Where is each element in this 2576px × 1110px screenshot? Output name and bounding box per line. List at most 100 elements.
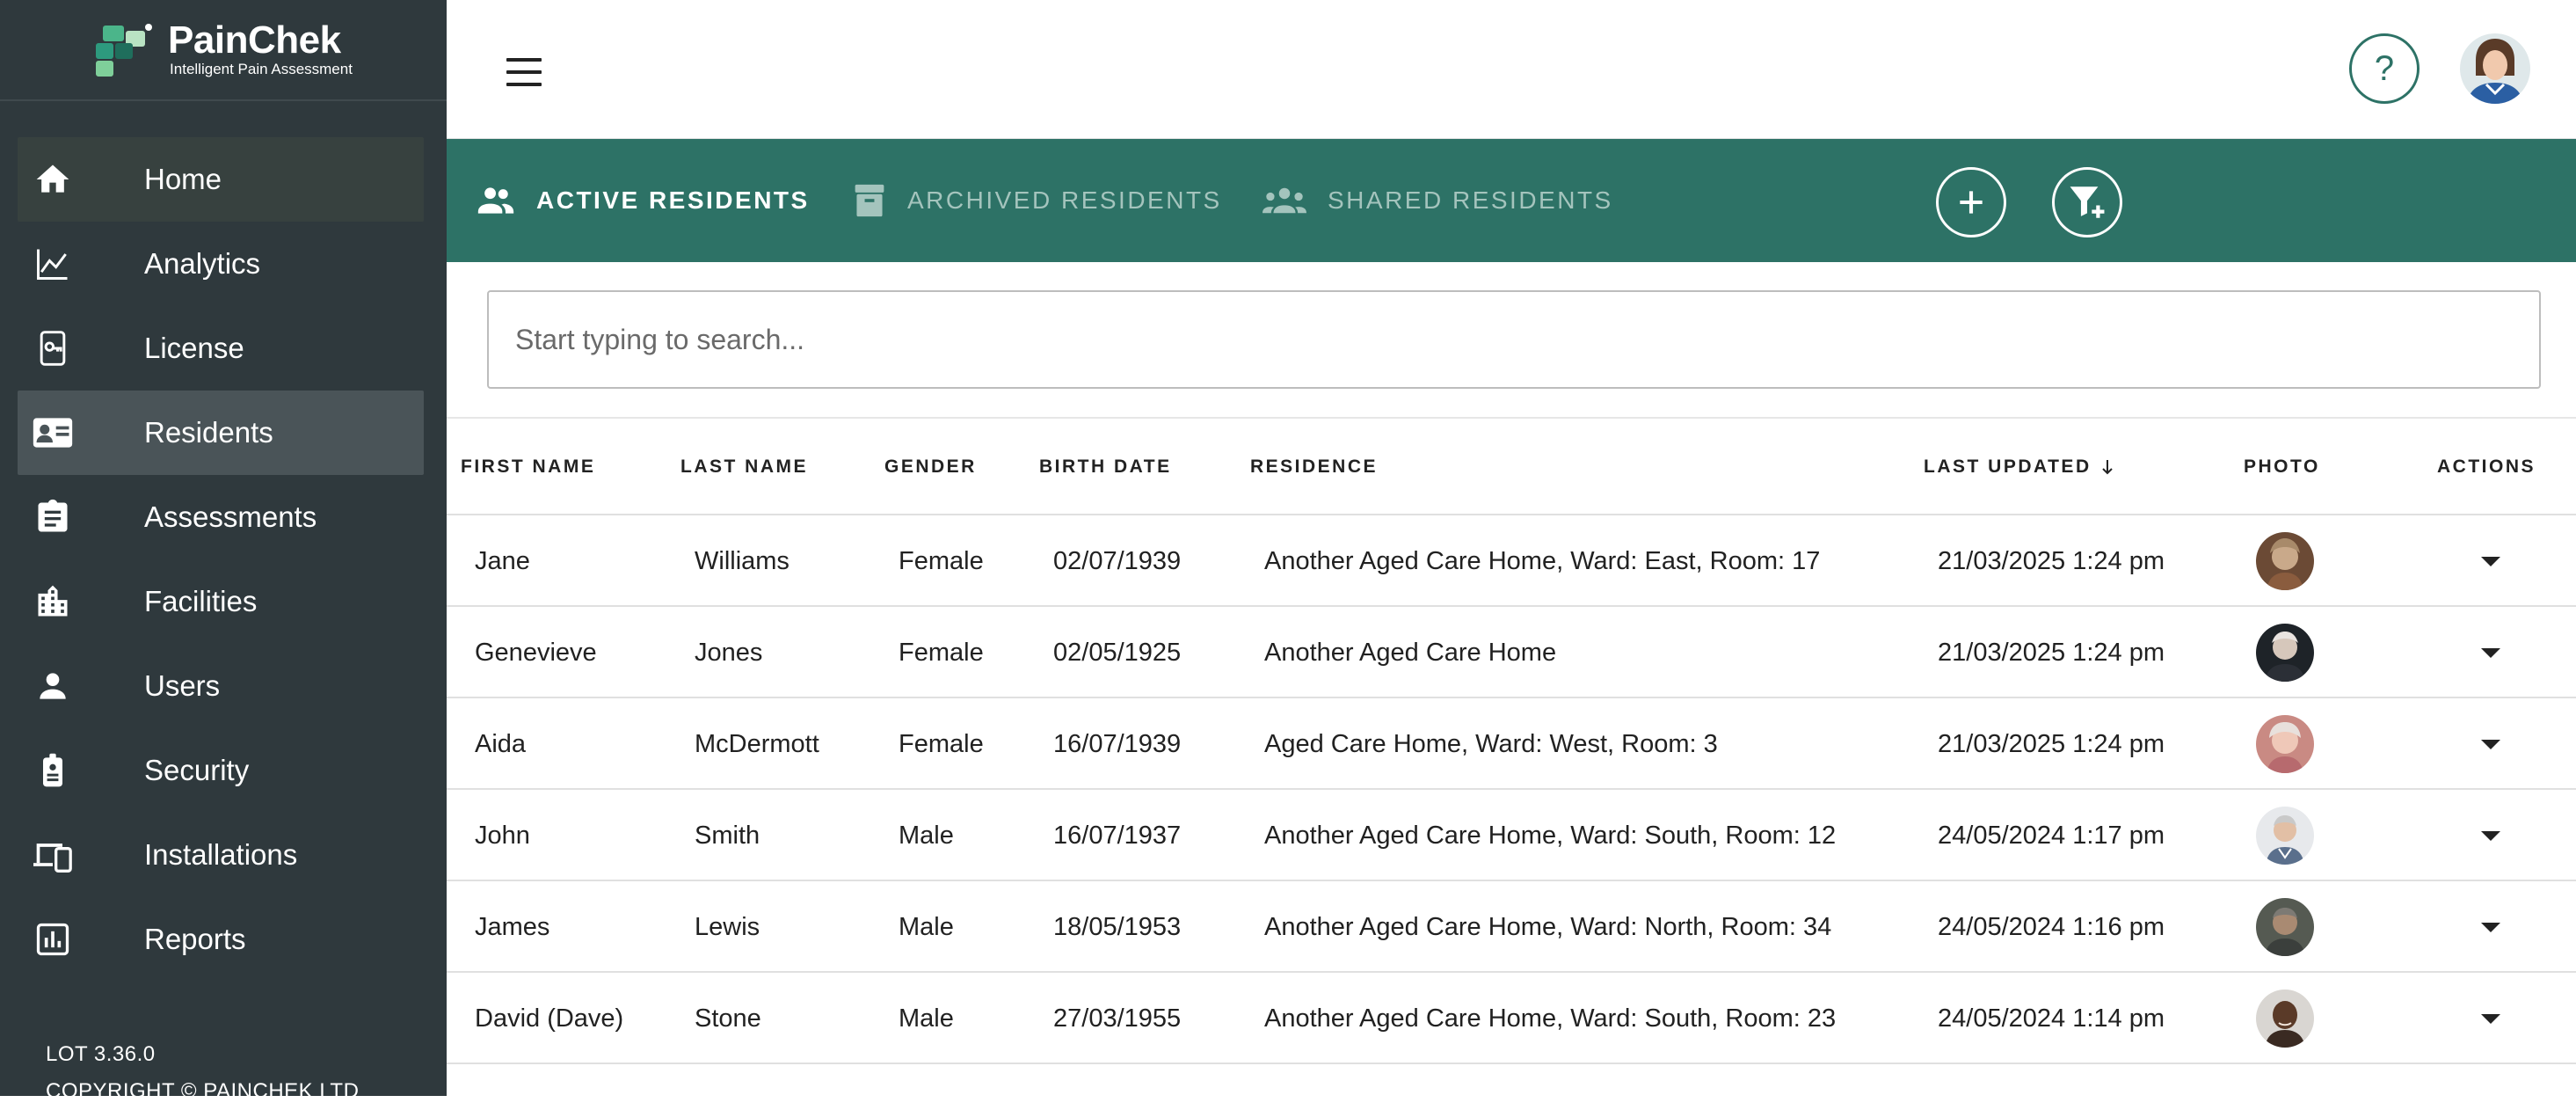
sidebar-nav: Home Analytics License Residents Assessm… [18, 137, 424, 982]
tab-label: ARCHIVED RESIDENTS [907, 186, 1222, 214]
cell-gender: Female [899, 638, 984, 667]
cell-residence: Aged Care Home, Ward: West, Room: 3 [1264, 729, 1718, 758]
sidebar-item-label: Security [144, 754, 250, 786]
filter-add-icon [2070, 186, 2105, 218]
sidebar-item-home[interactable]: Home [18, 137, 424, 222]
security-icon [18, 751, 109, 790]
cell-gender: Female [899, 546, 984, 575]
home-icon [18, 160, 109, 199]
table-row[interactable]: Aida McDermott Female 16/07/1939 Aged Ca… [447, 698, 2576, 790]
cell-birth-date: 27/03/1955 [1053, 1004, 1182, 1033]
cell-birth-date: 16/07/1937 [1053, 821, 1182, 850]
cell-actions [2481, 881, 2500, 973]
cell-birth-date: 02/05/1925 [1053, 638, 1182, 667]
row-actions-dropdown-icon[interactable] [2481, 922, 2500, 932]
tab-active-residents[interactable]: ACTIVE RESIDENTS [477, 139, 810, 262]
brand-tagline: Intelligent Pain Assessment [170, 60, 353, 77]
column-header-gender[interactable]: GENDER [884, 419, 977, 515]
sidebar-item-license[interactable]: License [18, 306, 424, 391]
resident-photo[interactable] [2256, 624, 2314, 682]
residents-table: FIRST NAME LAST NAME GENDER BIRTH DATE R… [447, 419, 2576, 1064]
column-header-residence[interactable]: RESIDENCE [1250, 419, 1378, 515]
column-header-last-updated[interactable]: LAST UPDATED [1924, 419, 2114, 515]
cell-last-updated: 21/03/2025 1:24 pm [1938, 638, 2165, 667]
row-actions-dropdown-icon[interactable] [2481, 739, 2500, 749]
sidebar-item-label: Assessments [144, 500, 317, 533]
reports-icon [18, 920, 109, 959]
row-actions-dropdown-icon[interactable] [2481, 556, 2500, 566]
archive-icon [855, 184, 884, 217]
cell-last-updated: 24/05/2024 1:14 pm [1938, 1004, 2165, 1033]
cell-first-name: Genevieve [475, 638, 597, 667]
sidebar-item-label: Users [144, 669, 221, 702]
column-header-first-name[interactable]: FIRST NAME [461, 419, 595, 515]
cell-last-updated: 21/03/2025 1:24 pm [1938, 729, 2165, 758]
sidebar-item-security[interactable]: Security [18, 728, 424, 813]
cell-actions [2481, 790, 2500, 881]
sidebar-item-reports[interactable]: Reports [18, 897, 424, 982]
cell-last-updated: 24/05/2024 1:17 pm [1938, 821, 2165, 850]
cell-first-name: Jane [475, 546, 530, 575]
cell-residence: Another Aged Care Home, Ward: East, Room… [1264, 546, 1821, 575]
tab-archived-residents[interactable]: ARCHIVED RESIDENTS [853, 139, 1222, 262]
column-header-photo: PHOTO [2244, 456, 2320, 477]
sidebar-item-label: Facilities [144, 585, 258, 617]
cell-last-name: Stone [695, 1004, 761, 1033]
brand-header: PainChek Intelligent Pain Assessment [0, 0, 447, 101]
painchek-logo[interactable]: PainChek Intelligent Pain Assessment [94, 18, 353, 79]
row-actions-dropdown-icon[interactable] [2481, 1013, 2500, 1024]
tab-label: SHARED RESIDENTS [1328, 186, 1613, 214]
row-actions-dropdown-icon[interactable] [2481, 830, 2500, 841]
column-header-last-name[interactable]: LAST NAME [680, 419, 808, 515]
cell-residence: Another Aged Care Home, Ward: South, Roo… [1264, 821, 1837, 850]
cell-last-updated: 24/05/2024 1:16 pm [1938, 912, 2165, 941]
license-icon [18, 329, 109, 368]
sidebar-item-label: License [144, 332, 244, 364]
sidebar-item-residents[interactable]: Residents [18, 391, 424, 475]
cell-first-name: David (Dave) [475, 1004, 624, 1033]
search-input[interactable] [487, 290, 2541, 389]
resident-photo[interactable] [2256, 715, 2314, 773]
sidebar-item-analytics[interactable]: Analytics [18, 222, 424, 306]
sidebar-item-users[interactable]: Users [18, 644, 424, 728]
cell-photo [2256, 698, 2314, 790]
resident-photo[interactable] [2256, 898, 2314, 956]
cell-photo [2256, 973, 2314, 1064]
sidebar-item-label: Home [144, 163, 222, 195]
help-button[interactable]: ? [2349, 33, 2420, 104]
tab-shared-residents[interactable]: SHARED RESIDENTS [1263, 139, 1613, 262]
menu-icon[interactable] [499, 53, 549, 91]
table-row[interactable]: James Lewis Male 18/05/1953 Another Aged… [447, 881, 2576, 973]
resident-photo[interactable] [2256, 532, 2314, 590]
cell-last-name: McDermott [695, 729, 819, 758]
cell-gender: Male [899, 912, 954, 941]
table-row[interactable]: John Smith Male 16/07/1937 Another Aged … [447, 790, 2576, 881]
version-label: LOT 3.36.0 [46, 1042, 156, 1066]
row-actions-dropdown-icon[interactable] [2481, 647, 2500, 658]
cell-gender: Female [899, 729, 984, 758]
brand-name: PainChek [168, 18, 341, 62]
table-header: FIRST NAME LAST NAME GENDER BIRTH DATE R… [447, 419, 2576, 515]
sidebar-item-installations[interactable]: Installations [18, 813, 424, 897]
column-header-actions: ACTIONS [2437, 456, 2536, 477]
cell-residence: Another Aged Care Home, Ward: South, Roo… [1264, 1004, 1837, 1033]
resident-photo[interactable] [2256, 807, 2314, 865]
version-info: LOT 3.36.0 COPYRIGHT © PAINCHEK LTD [46, 1036, 359, 1110]
filter-button[interactable] [2052, 167, 2122, 237]
resident-photo[interactable] [2256, 990, 2314, 1048]
column-header-birth-date[interactable]: BIRTH DATE [1039, 419, 1172, 515]
sidebar-item-assessments[interactable]: Assessments [18, 475, 424, 559]
residents-tab-bar: ACTIVE RESIDENTS ARCHIVED RESIDENTS SHAR… [447, 139, 2576, 262]
sidebar-item-facilities[interactable]: Facilities [18, 559, 424, 644]
brand-text: PainChek Intelligent Pain Assessment [168, 18, 353, 79]
table-row[interactable]: Jane Williams Female 02/07/1939 Another … [447, 515, 2576, 607]
add-resident-button[interactable] [1936, 167, 2006, 237]
cell-first-name: John [475, 821, 530, 850]
table-row[interactable]: Genevieve Jones Female 02/05/1925 Anothe… [447, 607, 2576, 698]
copyright-label: COPYRIGHT © PAINCHEK LTD [46, 1079, 360, 1103]
cell-photo [2256, 881, 2314, 973]
tab-label: ACTIVE RESIDENTS [536, 186, 810, 214]
residents-icon [18, 413, 109, 452]
user-avatar[interactable] [2460, 33, 2530, 104]
table-row[interactable]: David (Dave) Stone Male 27/03/1955 Anoth… [447, 973, 2576, 1064]
